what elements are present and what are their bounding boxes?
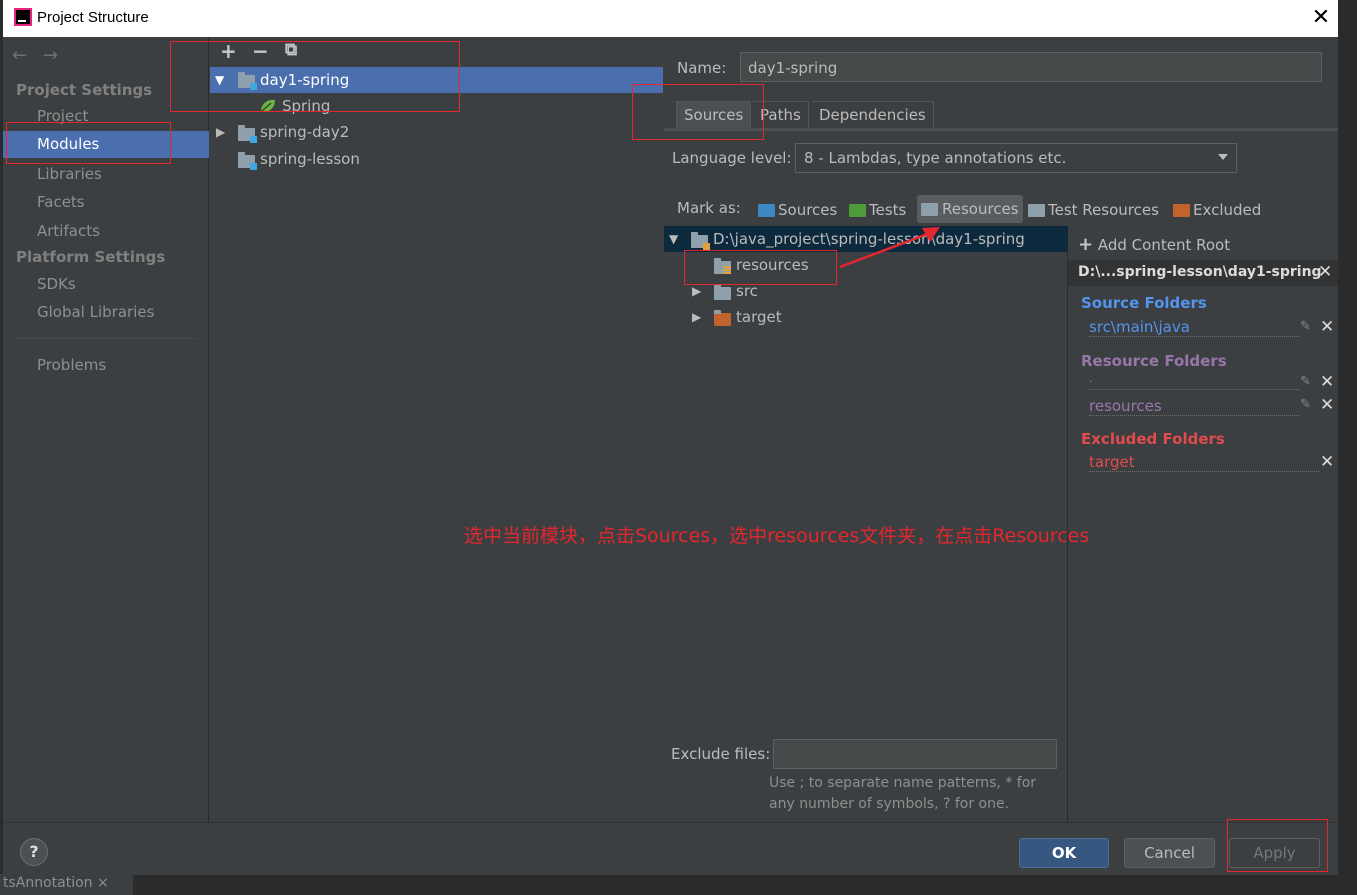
exclude-files-input[interactable] [773,739,1057,769]
annotation-box-sources-tab [632,84,764,140]
exclude-hint-line-1: Use ; to separate name patterns, * for [769,775,1037,791]
tree-row-target[interactable]: ▶ target [664,304,1068,330]
mark-sources-button[interactable]: Sources [758,197,837,223]
background-area [1338,0,1357,895]
expand-right-icon[interactable]: ▶ [692,284,701,298]
nav-divider [16,338,196,339]
mark-excluded-button[interactable]: Excluded [1173,197,1261,223]
resource-folders-header: Resource Folders [1081,352,1227,370]
nav-item-artifacts[interactable]: Artifacts [37,222,100,240]
tree-label: spring-day2 [260,123,350,141]
language-level-dropdown[interactable]: 8 - Lambdas, type annotations etc. [795,143,1237,173]
project-structure-dialog: ← → Project Settings Project Modules Lib… [3,37,1338,875]
edit-icon[interactable]: ✎ [1300,319,1311,334]
background-area [0,875,1357,895]
folders-panel: + Add Content Root D:\...spring-lesson\d… [1068,226,1338,822]
mark-label: Excluded [1193,201,1262,219]
expand-right-icon[interactable]: ▶ [216,125,225,139]
resources-folder-icon [921,203,938,216]
nav-item-sdks[interactable]: SDKs [37,275,76,293]
annotation-arrow [839,227,940,269]
tree-label: target [736,308,782,326]
tree-row-spring-lesson[interactable]: spring-lesson [210,146,663,172]
remove-icon[interactable]: ✕ [1320,372,1334,392]
test-resources-folder-icon [1028,204,1045,217]
remove-icon[interactable]: ✕ [1320,317,1334,337]
annotation-box-modules [6,122,171,164]
remove-icon[interactable]: ✕ [1320,452,1334,472]
nav-item-problems[interactable]: Problems [37,356,106,374]
annotation-box-module [170,41,460,112]
sources-folder-icon [758,204,775,217]
source-folder-item[interactable]: src\main\java [1089,318,1299,337]
nav-item-global-libraries[interactable]: Global Libraries [37,303,154,321]
remove-root-icon[interactable]: ✕ [1318,262,1332,282]
add-icon: + [1078,234,1094,255]
mark-resources-button[interactable]: Resources [917,195,1023,223]
resource-folder-item[interactable]: . [1089,372,1299,390]
intellij-logo-icon [14,8,32,26]
remove-icon[interactable]: ✕ [1320,395,1334,415]
dialog-button-bar: ? OK Cancel Apply [3,822,1338,875]
module-folder-icon [691,232,710,250]
platform-settings-header: Platform Settings [16,248,166,266]
close-icon[interactable]: ✕ [1308,4,1334,32]
chevron-down-icon [1218,154,1228,160]
source-folders-header: Source Folders [1081,294,1207,312]
window-title: Project Structure [37,9,149,26]
resource-folder-item[interactable]: resources [1089,397,1299,416]
tab-underline [664,128,1338,131]
mark-label: Resources [942,200,1019,218]
tree-label: spring-lesson [260,150,360,168]
cancel-button[interactable]: Cancel [1124,838,1215,868]
title-bar: Project Structure ✕ [3,0,1338,37]
annotation-text: 选中当前模块，点击Sources，选中resources文件夹，在点击Resou… [464,525,1090,547]
edit-icon[interactable]: ✎ [1300,397,1311,412]
tree-row-spring-day2[interactable]: ▶ spring-day2 [210,119,663,145]
mark-label: Sources [778,201,838,219]
content-root-title: D:\...spring-lesson\day1-spring [1078,264,1322,280]
tab-dependencies[interactable]: Dependencies [812,101,934,129]
ok-button[interactable]: OK [1019,838,1109,868]
help-button[interactable]: ? [20,838,48,866]
excluded-folder-icon [1173,204,1190,217]
excluded-folder-icon [714,310,731,326]
mark-test-resources-button[interactable]: Test Resources [1028,197,1159,223]
project-settings-header: Project Settings [16,81,153,99]
language-level-label: Language level: [672,149,792,167]
forward-arrow-icon[interactable]: → [43,45,58,66]
language-level-value: 8 - Lambdas, type annotations etc. [804,149,1067,167]
nav-item-facets[interactable]: Facets [37,193,85,211]
module-tree-panel: + − ⧉ ▼ day1-spring Spring ▶ spring-day2… [210,37,663,822]
expand-right-icon[interactable]: ▶ [692,310,701,324]
mark-as-label: Mark as: [677,199,741,217]
module-folder-icon [238,125,257,143]
excluded-folders-header: Excluded Folders [1081,430,1225,448]
add-content-root-label: Add Content Root [1097,236,1231,254]
module-folder-icon [238,152,257,170]
exclude-files-label: Exclude files: [671,745,771,763]
content-root-header: D:\...spring-lesson\day1-spring ✕ [1068,260,1338,286]
annotation-box-apply [1227,819,1328,872]
folder-icon [714,284,731,300]
excluded-folder-item[interactable]: target [1089,453,1319,472]
exclude-hint-line-2: any number of symbols, ? for one. [769,796,1010,812]
add-content-root-button[interactable]: + Add Content Root [1078,234,1230,255]
mark-label: Tests [869,201,907,219]
back-arrow-icon[interactable]: ← [12,45,27,66]
module-settings-panel: Name: day1-spring Sources Paths Dependen… [664,37,1338,822]
annotation-box-resources-folder [684,250,837,285]
name-label: Name: [677,59,727,77]
module-name-field[interactable]: day1-spring [740,52,1322,82]
tests-folder-icon [849,204,866,217]
edit-icon[interactable]: ✎ [1300,374,1311,389]
mark-label: Test Resources [1048,201,1159,219]
expand-down-icon[interactable]: ▼ [669,232,678,246]
background-editor-tab: tsAnnotation × [0,874,133,895]
nav-item-libraries[interactable]: Libraries [37,165,102,183]
